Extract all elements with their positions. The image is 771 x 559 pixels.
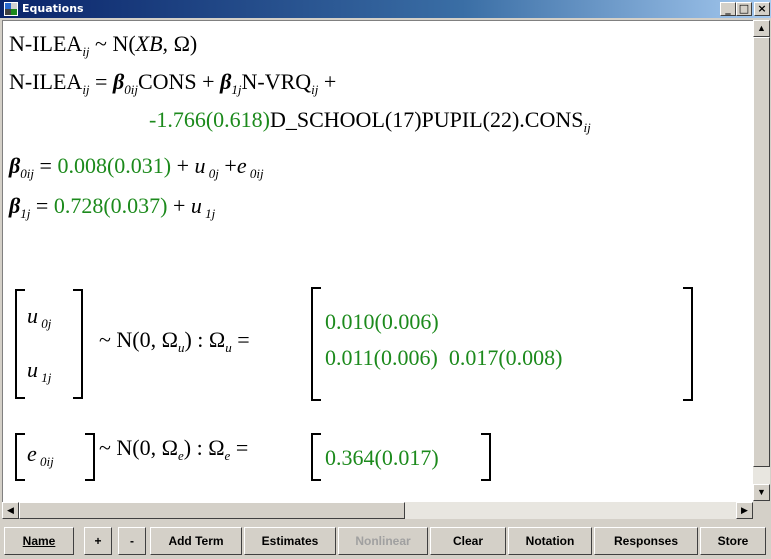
notation-button[interactable]: Notation bbox=[508, 527, 592, 555]
horizontal-scroll-thumb[interactable] bbox=[19, 502, 405, 519]
omega-u-left-bracket bbox=[311, 287, 321, 401]
store-button-label: Store bbox=[717, 534, 749, 548]
scroll-left-icon[interactable]: ◀ bbox=[2, 502, 19, 519]
u0-term: u 0j bbox=[27, 303, 52, 331]
clear-button-label: Clear bbox=[452, 534, 484, 548]
name-button[interactable]: Name bbox=[4, 527, 74, 555]
close-icon[interactable]: × bbox=[754, 2, 770, 16]
linear-predictor-line: N-ILEAij = β0ijCONS + β1jN-VRQij + bbox=[9, 69, 337, 97]
beta1-line: β1j = 0.728(0.037) + u 1j bbox=[9, 193, 216, 221]
window-title: Equations bbox=[22, 2, 84, 15]
estimates-button-label: Estimates bbox=[261, 534, 319, 548]
e0-term: e 0ij bbox=[27, 441, 54, 469]
omega-e-left-bracket bbox=[311, 433, 321, 481]
horizontal-scrollbar[interactable]: ◀ ▶ bbox=[2, 502, 753, 519]
dummy-term-line: -1.766(0.618)D_SCHOOL(17)PUPIL(22).CONSi… bbox=[149, 107, 591, 135]
notation-button-label: Notation bbox=[525, 534, 575, 548]
omega-u-row1: 0.010(0.006) bbox=[325, 309, 439, 334]
plus-button-label: + bbox=[94, 534, 102, 548]
title-bar[interactable]: Equations _ □ × bbox=[0, 0, 771, 18]
scroll-right-icon[interactable]: ▶ bbox=[736, 502, 753, 519]
level2-distribution: ~ N(0, Ωu) : Ωu = bbox=[99, 327, 250, 355]
nonlinear-button-label: Nonlinear bbox=[355, 534, 411, 548]
clear-button[interactable]: Clear bbox=[430, 527, 506, 555]
minus-button-label: - bbox=[130, 534, 134, 548]
vertical-scrollbar[interactable]: ▲ ▼ bbox=[753, 20, 770, 501]
e-vector-left-bracket bbox=[15, 433, 25, 481]
u-vector-right-bracket bbox=[73, 289, 83, 399]
responses-button-label: Responses bbox=[613, 534, 679, 548]
app-icon bbox=[4, 2, 18, 16]
u-vector-left-bracket bbox=[15, 289, 25, 399]
equations-window: Equations _ □ × N-ILEAij ~ N(XB, Ω) N-IL… bbox=[0, 0, 771, 559]
equation-toolbar: Name + - Add Term Estimates Nonlinear Cl… bbox=[0, 521, 771, 559]
name-button-label: Name bbox=[22, 534, 56, 548]
beta0-line: β0ij = 0.008(0.031) + u 0j +e 0ij bbox=[9, 153, 264, 181]
scroll-up-icon[interactable]: ▲ bbox=[753, 20, 770, 37]
scroll-down-icon[interactable]: ▼ bbox=[753, 484, 770, 501]
omega-e-right-bracket bbox=[481, 433, 491, 481]
omega-u-row2: 0.011(0.006) 0.017(0.008) bbox=[325, 345, 563, 370]
add-term-button-label: Add Term bbox=[168, 534, 224, 548]
maximize-icon[interactable]: □ bbox=[736, 2, 752, 16]
minus-button[interactable]: - bbox=[118, 527, 146, 555]
vertical-scroll-thumb[interactable] bbox=[753, 37, 770, 467]
omega-e-row1: 0.364(0.017) bbox=[325, 445, 439, 470]
minimize-icon[interactable]: _ bbox=[720, 2, 736, 16]
omega-u-right-bracket bbox=[683, 287, 693, 401]
nonlinear-button[interactable]: Nonlinear bbox=[338, 527, 428, 555]
u1-term: u 1j bbox=[27, 357, 52, 385]
e-vector-right-bracket bbox=[85, 433, 95, 481]
responses-button[interactable]: Responses bbox=[594, 527, 698, 555]
add-term-button[interactable]: Add Term bbox=[150, 527, 242, 555]
estimates-button[interactable]: Estimates bbox=[244, 527, 336, 555]
level1-distribution: ~ N(0, Ωe) : Ωe = bbox=[99, 435, 249, 463]
model-response-line: N-ILEAij ~ N(XB, Ω) bbox=[9, 31, 198, 59]
plus-button[interactable]: + bbox=[84, 527, 112, 555]
equations-pane[interactable]: N-ILEAij ~ N(XB, Ω) N-ILEAij = β0ijCONS … bbox=[2, 20, 753, 502]
store-button[interactable]: Store bbox=[700, 527, 766, 555]
